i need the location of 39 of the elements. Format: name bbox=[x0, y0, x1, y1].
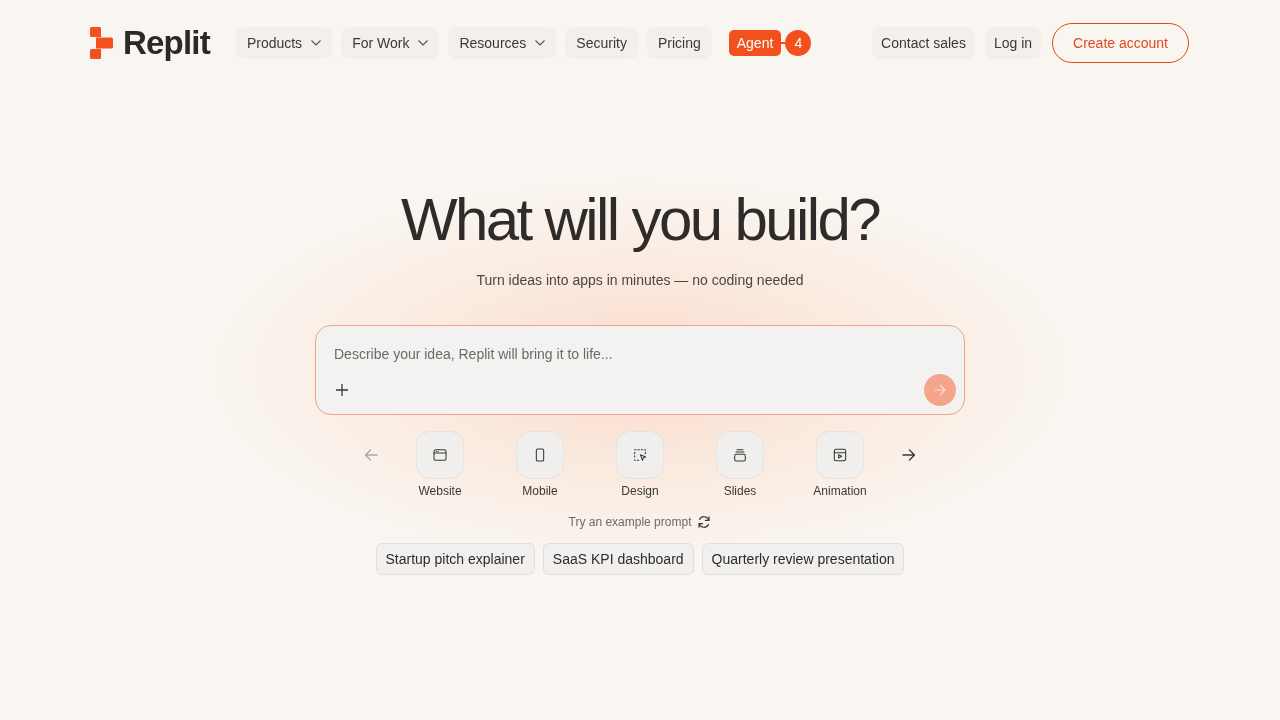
phone-icon bbox=[516, 431, 564, 479]
chevron-down-icon bbox=[311, 40, 322, 46]
nav-menu-button[interactable]: Resources bbox=[448, 27, 557, 59]
chevron-down-icon bbox=[535, 40, 546, 46]
nav-menu-button[interactable]: Products bbox=[235, 27, 333, 59]
arrow-left-icon bbox=[364, 448, 378, 462]
category-button[interactable]: Design bbox=[605, 431, 675, 498]
nav-link[interactable]: Security bbox=[565, 27, 638, 59]
add-button[interactable] bbox=[335, 383, 349, 397]
count-badge: 4 bbox=[785, 30, 812, 56]
header-link[interactable]: Log in bbox=[984, 27, 1042, 59]
arrow-right-icon bbox=[902, 448, 916, 462]
play-window-icon bbox=[816, 431, 864, 479]
hero-title: What will you build? bbox=[400, 186, 880, 254]
example-prompt-chip[interactable]: Quarterly review presentation bbox=[701, 543, 905, 575]
nav-link[interactable]: Pricing bbox=[646, 27, 712, 59]
chevron-down-icon bbox=[418, 40, 429, 46]
dashed-selection-cursor-icon bbox=[616, 431, 664, 479]
nav-menu-button[interactable]: For Work bbox=[341, 27, 440, 59]
browser-window-icon bbox=[416, 431, 464, 479]
category-button[interactable]: Animation bbox=[805, 431, 875, 498]
refresh-icon bbox=[697, 515, 712, 529]
hero-subtitle: Turn ideas into apps in minutes — no coding needed bbox=[476, 271, 804, 290]
stacked-cards-icon bbox=[716, 431, 764, 479]
category-button[interactable]: Slides bbox=[705, 431, 775, 498]
example-prompt-chip[interactable]: SaaS KPI dashboard bbox=[542, 543, 694, 575]
example-prompt-label: Try an example prompt bbox=[568, 515, 692, 529]
plus-icon bbox=[335, 383, 349, 397]
prompt-input-field[interactable]: Describe your idea, Replit will bring it to life... bbox=[334, 345, 934, 363]
arrow-right-icon bbox=[934, 384, 946, 396]
refresh-button[interactable] bbox=[697, 515, 712, 529]
header-link[interactable]: Contact sales bbox=[872, 27, 975, 59]
brand-logo[interactable]: Replit bbox=[90, 24, 210, 62]
example-prompt-chip[interactable]: Startup pitch explainer bbox=[375, 543, 535, 575]
brand-name: Replit bbox=[123, 24, 210, 62]
agent-button[interactable]: Agent bbox=[728, 30, 782, 56]
category-button[interactable]: Mobile bbox=[505, 431, 575, 498]
logo-icon bbox=[90, 27, 113, 59]
category-button[interactable]: Website bbox=[405, 431, 475, 498]
